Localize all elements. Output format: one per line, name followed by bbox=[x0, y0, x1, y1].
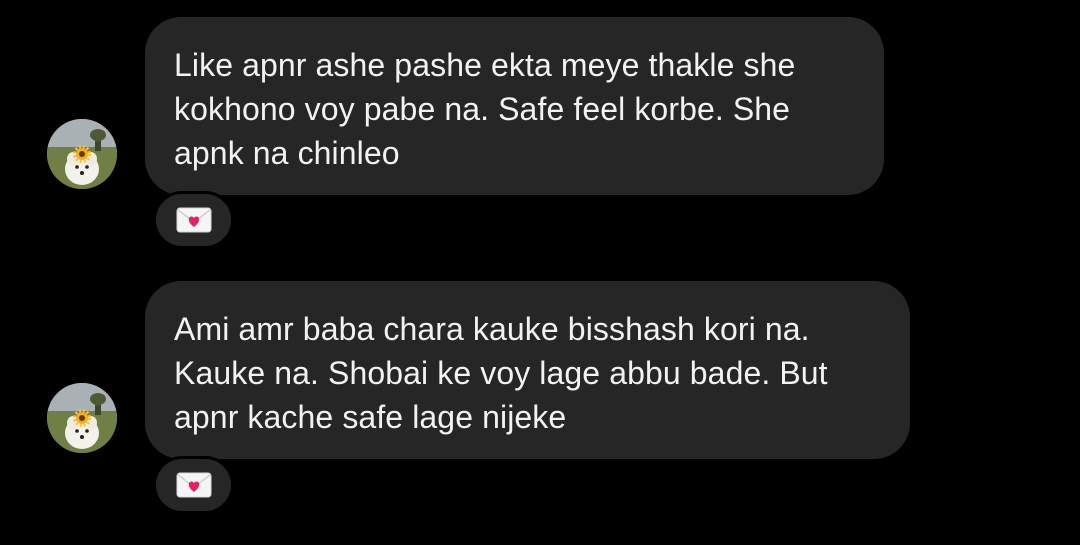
love-letter-icon bbox=[176, 472, 211, 498]
message-bubble[interactable]: Ami amr baba chara kauke bisshash kori n… bbox=[145, 281, 910, 459]
message-bubble[interactable]: Like apnr ashe pashe ekta meye thakle sh… bbox=[145, 17, 884, 195]
sender-avatar[interactable] bbox=[47, 383, 117, 453]
sender-avatar[interactable] bbox=[47, 119, 117, 189]
love-letter-icon bbox=[176, 207, 211, 233]
dog-with-sunflower-avatar-icon bbox=[47, 383, 117, 453]
message-reaction[interactable] bbox=[153, 191, 234, 249]
dog-with-sunflower-avatar-icon bbox=[47, 119, 117, 189]
message-reaction[interactable] bbox=[153, 456, 234, 514]
